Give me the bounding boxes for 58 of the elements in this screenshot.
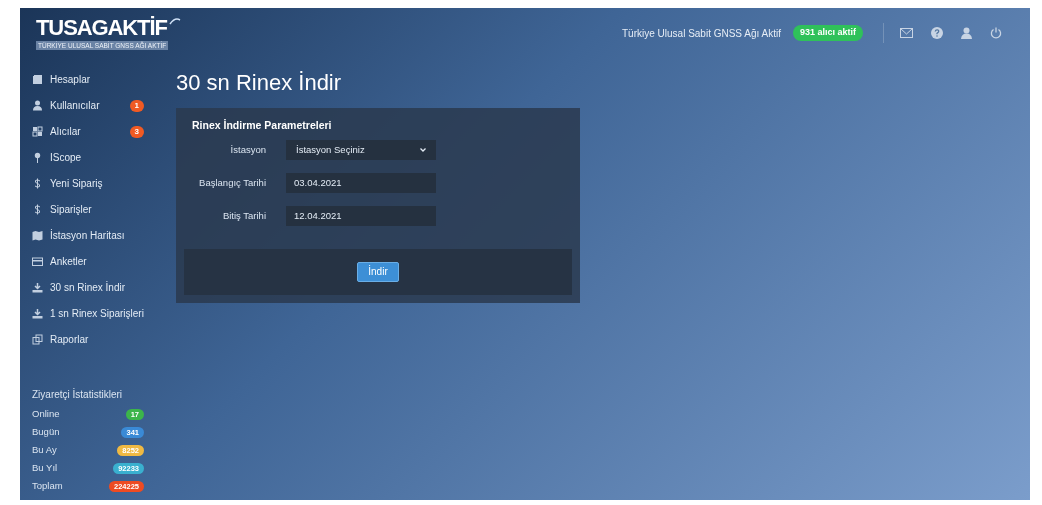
- logo-title: TUSAGAKTİF: [36, 16, 167, 39]
- chevron-down-icon: [420, 147, 426, 152]
- book-icon: [32, 74, 43, 85]
- sidebar-item[interactable]: IScope: [32, 148, 160, 167]
- sidebar-item[interactable]: 30 sn Rinex İndir: [32, 278, 160, 297]
- user-icon[interactable]: [961, 27, 972, 39]
- download-icon: [32, 282, 43, 293]
- map-icon: [32, 230, 43, 241]
- sidebar-item[interactable]: Raporlar: [32, 330, 160, 349]
- stats-title: Ziyaretçi İstatistikleri: [32, 387, 123, 402]
- dollar-icon: [32, 204, 43, 215]
- sidebar-item[interactable]: 1 sn Rinex Siparişleri: [32, 304, 160, 323]
- pin-icon: [32, 152, 43, 163]
- stat-label: Bu Ay: [32, 442, 57, 457]
- sidebar-label: Kullanıcılar: [50, 99, 101, 113]
- date-field[interactable]: 03.04.2021: [286, 172, 436, 193]
- sidebar-label: 30 sn Rinex İndir: [50, 280, 127, 295]
- sidebar-item[interactable]: Alıcılar 3: [32, 122, 160, 141]
- count-badge: 1: [129, 99, 144, 112]
- sidebar-label: Yeni Sipariş: [50, 177, 104, 191]
- field-label: Bitiş Tarihi: [221, 208, 266, 223]
- stat-label: Bu Yıl: [32, 460, 58, 475]
- sidebar-label: Alıcılar: [50, 125, 82, 139]
- date-field[interactable]: 12.04.2021: [286, 205, 436, 226]
- card-icon: [32, 256, 43, 267]
- stat-label: Bugün: [32, 424, 60, 439]
- sidebar-label: Raporlar: [50, 333, 90, 347]
- sidebar-item[interactable]: İstasyon Haritası: [32, 226, 160, 245]
- grid-icon: [32, 126, 43, 137]
- sidebar-label: Siparişler: [50, 203, 93, 217]
- count-badge: 3: [129, 125, 144, 138]
- stat-label: Online: [32, 406, 60, 421]
- sidebar-label: İstasyon Haritası: [50, 228, 126, 243]
- status-badge: 931 alıcı aktif: [792, 25, 863, 41]
- sidebar-item[interactable]: Yeni Sipariş: [32, 174, 160, 193]
- dollar-icon: [32, 178, 43, 189]
- form-title: Rinex İndirme Parametreleri: [191, 118, 333, 133]
- download-icon: [32, 308, 43, 319]
- stat-label: Toplam: [32, 478, 63, 493]
- sidebar-item[interactable]: Siparişler: [32, 200, 160, 219]
- sidebar-label: Hesaplar: [50, 73, 92, 87]
- field-label: İstasyon: [229, 142, 266, 157]
- copy-icon: [32, 334, 43, 345]
- help-icon[interactable]: [931, 27, 943, 39]
- signal-arc-icon: [168, 16, 181, 25]
- sidebar-label: Anketler: [50, 255, 88, 269]
- mail-icon[interactable]: [900, 28, 913, 38]
- status-text: Türkiye Ulusal Sabit GNSS Ağı Aktif: [622, 26, 781, 41]
- sidebar-label: 1 sn Rinex Siparişleri: [50, 307, 144, 321]
- power-icon[interactable]: [990, 27, 1002, 39]
- station-select[interactable]: İstasyon Seçiniz: [286, 139, 436, 160]
- sidebar-label: IScope: [50, 151, 83, 165]
- sidebar-item[interactable]: Kullanıcılar 1: [32, 96, 160, 115]
- sidebar-item[interactable]: Hesaplar: [32, 70, 160, 89]
- page-title: 30 sn Rinex İndir: [176, 69, 343, 97]
- user-icon: [32, 100, 43, 111]
- sidebar-item[interactable]: Anketler: [32, 252, 160, 271]
- field-label: Başlangıç Tarihi: [198, 175, 266, 190]
